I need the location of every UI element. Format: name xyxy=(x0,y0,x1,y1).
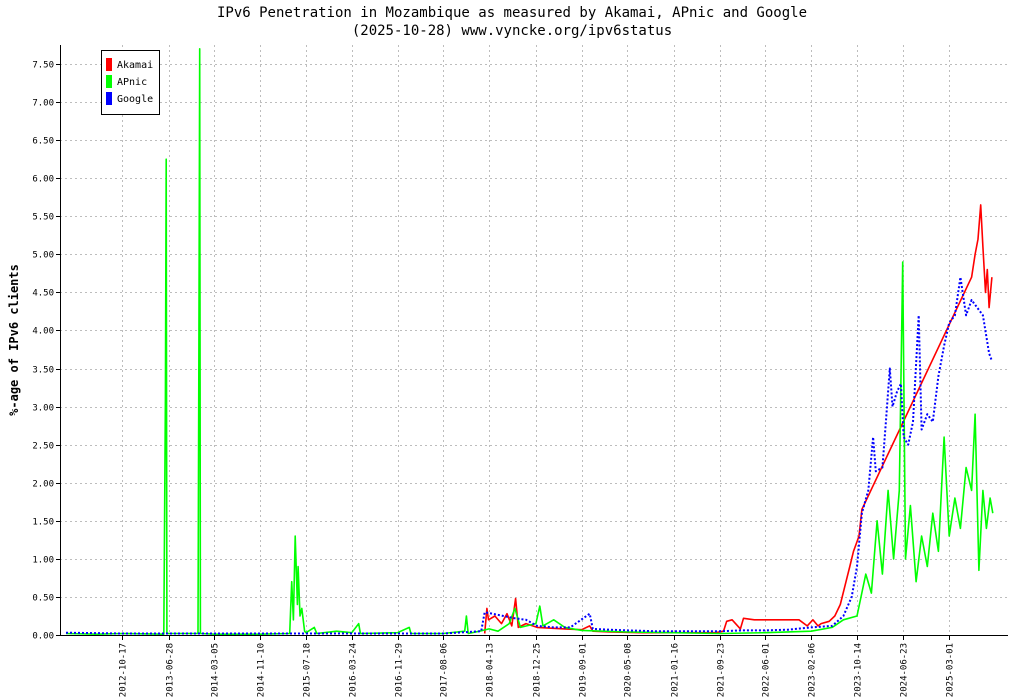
legend-swatch-google xyxy=(106,92,112,105)
y-tick-label: 0.00 xyxy=(32,632,54,642)
y-tick-label: 6.50 xyxy=(32,137,54,147)
x-tick-label: 2014-11-10 xyxy=(257,643,267,697)
x-tick-label: 2012-10-17 xyxy=(119,643,129,697)
x-tick-label: 2014-03-05 xyxy=(211,643,221,697)
y-tick-label: 2.00 xyxy=(32,480,54,490)
chart-svg: 0.00 0.50 1.00 1.50 2.00 2.50 3.00 3.50 4.00 4.50… xyxy=(32,45,1008,697)
y-tick-label: 1.50 xyxy=(32,518,54,528)
x-tick-label: 2016-11-29 xyxy=(395,643,405,697)
x-tick-label: 2020-05-08 xyxy=(624,643,634,697)
legend-swatch-apnic xyxy=(106,75,112,88)
x-tick-label: 2016-03-24 xyxy=(349,643,359,697)
plot-area xyxy=(60,45,1008,635)
x-tick-label: 2024-06-23 xyxy=(900,643,910,697)
x-tick-label: 2019-09-01 xyxy=(579,643,589,697)
x-tick-label: 2018-12-25 xyxy=(533,643,543,697)
legend-label-akamai: Akamai xyxy=(117,60,153,71)
x-tick-label: 2023-02-06 xyxy=(808,643,818,697)
y-tick-label: 0.50 xyxy=(32,594,54,604)
y-tick-label: 1.00 xyxy=(32,556,54,566)
chart-page: IPv6 Penetration in Mozambique as measur… xyxy=(0,0,1024,700)
x-tick-label: 2015-07-18 xyxy=(303,643,313,697)
y-tick-label: 7.00 xyxy=(32,99,54,109)
x-tick-label: 2025-03-01 xyxy=(946,643,956,697)
x-tick-label: 2017-08-06 xyxy=(440,643,450,697)
x-tick-label: 2021-01-16 xyxy=(671,643,681,697)
x-tick-label: 2013-06-28 xyxy=(166,643,176,697)
y-tick-label: 6.00 xyxy=(32,175,54,185)
x-tick-label: 2022-06-01 xyxy=(762,643,772,697)
y-tick-label: 5.50 xyxy=(32,213,54,223)
y-tick-label: 4.00 xyxy=(32,327,54,337)
y-tick-label: 3.00 xyxy=(32,404,54,414)
x-tick-label: 2018-04-13 xyxy=(486,643,496,697)
y-tick-label: 3.50 xyxy=(32,366,54,376)
y-tick-label: 5.00 xyxy=(32,251,54,261)
x-tick-label: 2023-10-14 xyxy=(854,643,864,697)
y-tick-label: 2.50 xyxy=(32,442,54,452)
y-tick-label: 4.50 xyxy=(32,289,54,299)
legend-swatch-akamai xyxy=(106,58,112,71)
y-tick-label: 7.50 xyxy=(32,61,54,71)
x-tick-label: 2021-09-23 xyxy=(717,643,727,697)
legend-label-apnic: APnic xyxy=(117,77,147,88)
legend-label-google: Google xyxy=(117,94,153,105)
